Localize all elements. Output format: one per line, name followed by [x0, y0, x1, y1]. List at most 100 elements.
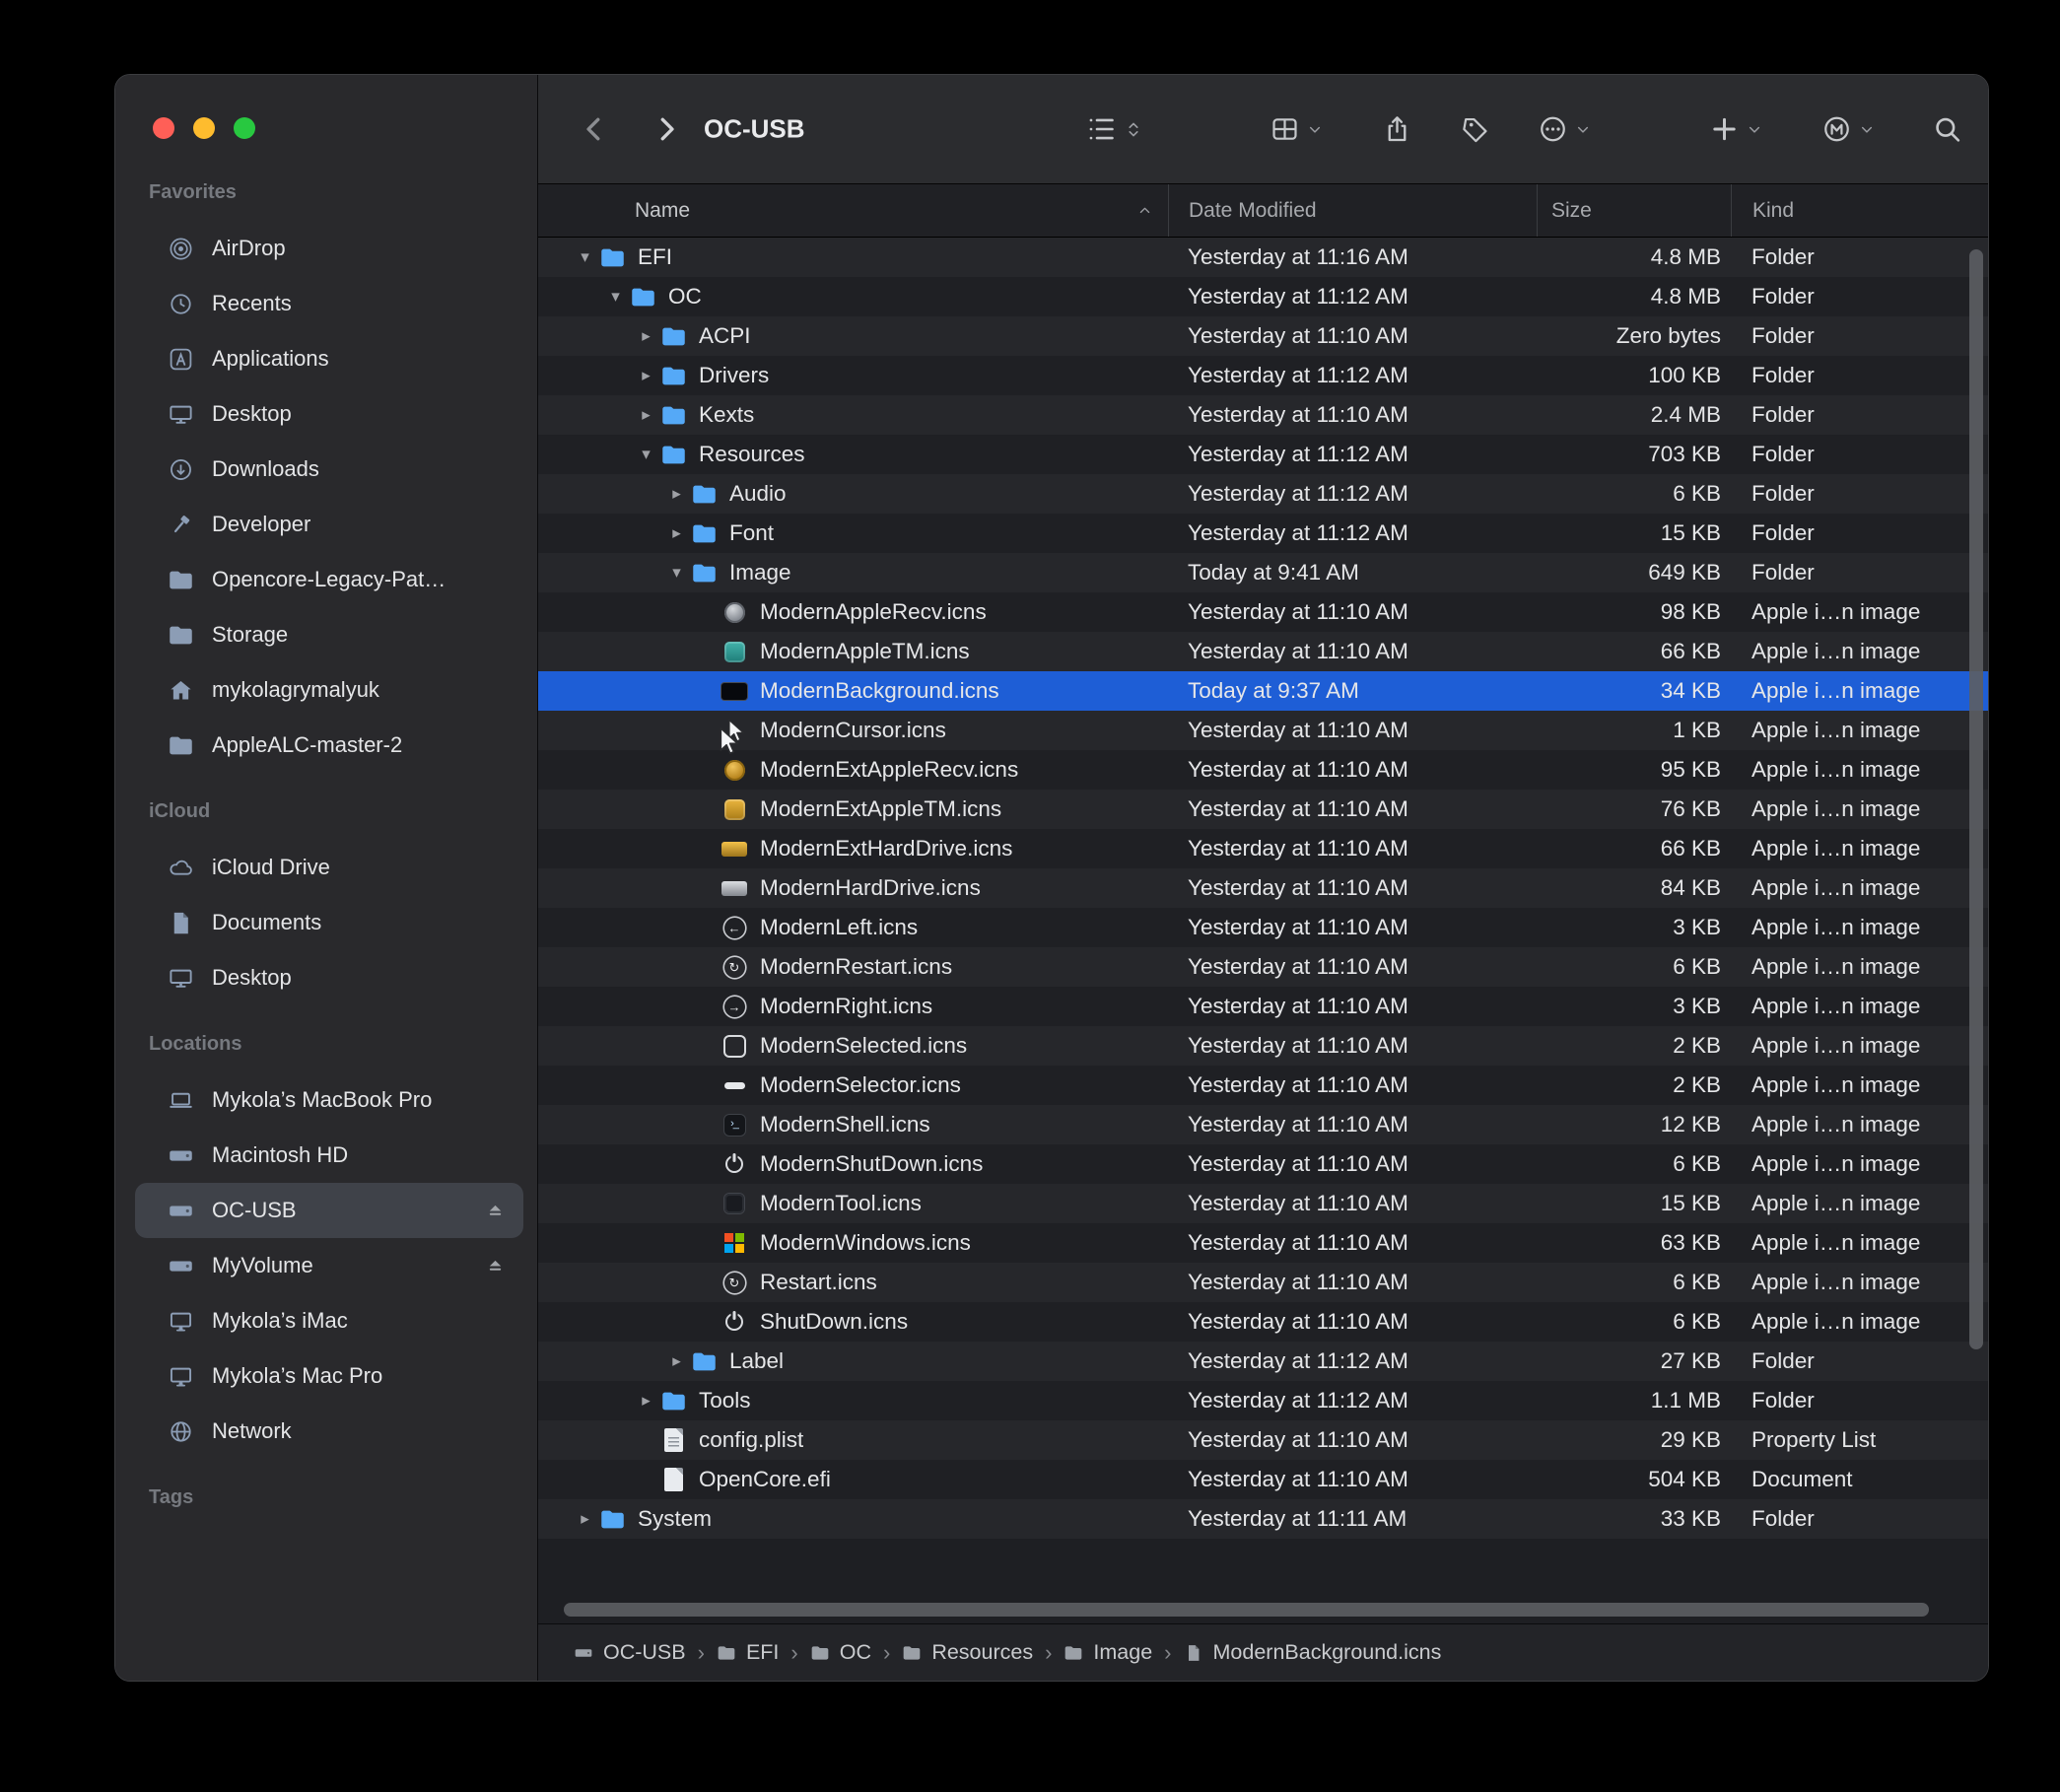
file-row-modernright-icns[interactable]: ModernRight.icns Yesterday at 11:10 AM 3…: [538, 987, 1988, 1026]
file-row-modernrestart-icns[interactable]: ModernRestart.icns Yesterday at 11:10 AM…: [538, 947, 1988, 987]
file-row-modernappletm-icns[interactable]: ModernAppleTM.icns Yesterday at 11:10 AM…: [538, 632, 1988, 671]
share-button[interactable]: [1382, 114, 1412, 145]
view-options-button[interactable]: [1086, 114, 1143, 145]
file-row-modernwindows-icns[interactable]: ModernWindows.icns Yesterday at 11:10 AM…: [538, 1223, 1988, 1263]
back-button[interactable]: [580, 114, 610, 145]
name-cell: ▸ Audio: [538, 474, 1168, 514]
column-header-date-modified[interactable]: Date Modified: [1168, 184, 1537, 237]
sidebar-item-desktop[interactable]: Desktop: [135, 950, 523, 1005]
disclosure-open-icon[interactable]: ▾: [633, 445, 659, 464]
sidebar-item-recents[interactable]: Recents: [135, 276, 523, 331]
account-button[interactable]: [1821, 114, 1875, 145]
file-row-modernextharddrive-icns[interactable]: ModernExtHardDrive.icns Yesterday at 11:…: [538, 829, 1988, 868]
kind-cell: Apple i…n image: [1731, 1072, 1988, 1098]
vertical-scrollbar[interactable]: [1969, 249, 1983, 1349]
file-row-font[interactable]: ▸ Font Yesterday at 11:12 AM 15 KB Folde…: [538, 514, 1988, 553]
file-row-tools[interactable]: ▸ Tools Yesterday at 11:12 AM 1.1 MB Fol…: [538, 1381, 1988, 1420]
sidebar-item-desktop[interactable]: Desktop: [135, 386, 523, 442]
sidebar-item-developer[interactable]: Developer: [135, 497, 523, 552]
sidebar-item-applications[interactable]: Applications: [135, 331, 523, 386]
file-row-audio[interactable]: ▸ Audio Yesterday at 11:12 AM 6 KB Folde…: [538, 474, 1988, 514]
file-row-drivers[interactable]: ▸ Drivers Yesterday at 11:12 AM 100 KB F…: [538, 356, 1988, 395]
sidebar-item-mykola-s-imac[interactable]: Mykola’s iMac: [135, 1293, 523, 1348]
sidebar-item-applealc-master-2[interactable]: AppleALC-master-2: [135, 718, 523, 773]
sidebar-item-mykola-s-macbook-pro[interactable]: Mykola’s MacBook Pro: [135, 1072, 523, 1128]
disclosure-open-icon[interactable]: ▾: [572, 247, 598, 267]
group-button[interactable]: [1270, 114, 1323, 145]
file-row-modernextapplerecv-icns[interactable]: ModernExtAppleRecv.icns Yesterday at 11:…: [538, 750, 1988, 790]
path-item-efi[interactable]: EFI: [717, 1640, 779, 1665]
column-header-kind[interactable]: Kind: [1731, 184, 1988, 237]
file-row-acpi[interactable]: ▸ ACPI Yesterday at 11:10 AM Zero bytes …: [538, 316, 1988, 356]
file-row-modernshutdown-icns[interactable]: ModernShutDown.icns Yesterday at 11:10 A…: [538, 1144, 1988, 1184]
file-row-shutdown-icns[interactable]: ShutDown.icns Yesterday at 11:10 AM 6 KB…: [538, 1302, 1988, 1342]
sidebar-item-mykolagrymalyuk[interactable]: mykolagrymalyuk: [135, 662, 523, 718]
size-cell: 29 KB: [1537, 1427, 1731, 1453]
file-row-resources[interactable]: ▾ Resources Yesterday at 11:12 AM 703 KB…: [538, 435, 1988, 474]
close-button[interactable]: [153, 117, 174, 139]
file-row-moderntool-icns[interactable]: ModernTool.icns Yesterday at 11:10 AM 15…: [538, 1184, 1988, 1223]
disclosure-closed-icon[interactable]: ▸: [572, 1509, 598, 1529]
file-row-opencore-efi[interactable]: OpenCore.efi Yesterday at 11:10 AM 504 K…: [538, 1460, 1988, 1499]
column-header-size[interactable]: Size: [1537, 184, 1731, 237]
disclosure-closed-icon[interactable]: ▸: [633, 1391, 659, 1411]
file-row-kexts[interactable]: ▸ Kexts Yesterday at 11:10 AM 2.4 MB Fol…: [538, 395, 1988, 435]
sidebar-item-storage[interactable]: Storage: [135, 607, 523, 662]
disclosure-closed-icon[interactable]: ▸: [633, 366, 659, 385]
name-cell: ▾ EFI: [538, 238, 1168, 277]
name-cell: ▾ Image: [538, 553, 1168, 592]
file-row-image[interactable]: ▾ Image Today at 9:41 AM 649 KB Folder: [538, 553, 1988, 592]
minimize-button[interactable]: [193, 117, 215, 139]
tags-button[interactable]: [1461, 114, 1491, 145]
file-row-efi[interactable]: ▾ EFI Yesterday at 11:16 AM 4.8 MB Folde…: [538, 238, 1988, 277]
eject-icon[interactable]: [485, 1256, 506, 1276]
file-row-modernleft-icns[interactable]: ModernLeft.icns Yesterday at 11:10 AM 3 …: [538, 908, 1988, 947]
sidebar-item-icloud-drive[interactable]: iCloud Drive: [135, 840, 523, 895]
disclosure-open-icon[interactable]: ▾: [602, 287, 629, 307]
sidebar-item-mykola-s-mac-pro[interactable]: Mykola’s Mac Pro: [135, 1348, 523, 1404]
disclosure-closed-icon[interactable]: ▸: [663, 484, 690, 504]
disclosure-closed-icon[interactable]: ▸: [633, 326, 659, 346]
sidebar-item-network[interactable]: Network: [135, 1404, 523, 1459]
file-row-oc[interactable]: ▾ OC Yesterday at 11:12 AM 4.8 MB Folder: [538, 277, 1988, 316]
disclosure-open-icon[interactable]: ▾: [663, 563, 690, 583]
window-controls: [153, 117, 255, 139]
file-row-config-plist[interactable]: config.plist Yesterday at 11:10 AM 29 KB…: [538, 1420, 1988, 1460]
size-cell: 66 KB: [1537, 836, 1731, 862]
path-item-resources[interactable]: Resources: [902, 1640, 1033, 1665]
sidebar-item-oc-usb[interactable]: OC-USB: [135, 1183, 523, 1238]
zoom-button[interactable]: [234, 117, 255, 139]
file-row-modernharddrive-icns[interactable]: ModernHardDrive.icns Yesterday at 11:10 …: [538, 868, 1988, 908]
file-row-system[interactable]: ▸ System Yesterday at 11:11 AM 33 KB Fol…: [538, 1499, 1988, 1539]
new-item-button[interactable]: [1709, 114, 1762, 145]
sidebar-item-opencore-legacy-pat[interactable]: Opencore-Legacy-Pat…: [135, 552, 523, 607]
file-row-moderncursor-icns[interactable]: ModernCursor.icns Yesterday at 11:10 AM …: [538, 711, 1988, 750]
more-actions-button[interactable]: [1538, 114, 1591, 145]
forward-button[interactable]: [651, 114, 681, 145]
sidebar-item-downloads[interactable]: Downloads: [135, 442, 523, 497]
column-header-name[interactable]: Name: [538, 184, 1168, 237]
disclosure-closed-icon[interactable]: ▸: [663, 1351, 690, 1371]
path-item-oc-usb[interactable]: OC-USB: [574, 1640, 686, 1665]
file-row-modernshell-icns[interactable]: ModernShell.icns Yesterday at 11:10 AM 1…: [538, 1105, 1988, 1144]
file-row-modernbackground-icns[interactable]: ModernBackground.icns Today at 9:37 AM 3…: [538, 671, 1988, 711]
sidebar-item-airdrop[interactable]: AirDrop: [135, 221, 523, 276]
file-row-restart-icns[interactable]: Restart.icns Yesterday at 11:10 AM 6 KB …: [538, 1263, 1988, 1302]
disclosure-closed-icon[interactable]: ▸: [663, 523, 690, 543]
file-row-modernapplerecv-icns[interactable]: ModernAppleRecv.icns Yesterday at 11:10 …: [538, 592, 1988, 632]
file-row-label[interactable]: ▸ Label Yesterday at 11:12 AM 27 KB Fold…: [538, 1342, 1988, 1381]
sidebar-item-macintosh-hd[interactable]: Macintosh HD: [135, 1128, 523, 1183]
sidebar-item-myvolume[interactable]: MyVolume: [135, 1238, 523, 1293]
disclosure-closed-icon[interactable]: ▸: [633, 405, 659, 425]
eject-icon[interactable]: [485, 1201, 506, 1221]
search-button[interactable]: [1932, 114, 1962, 145]
date-modified-cell: Yesterday at 11:10 AM: [1168, 1112, 1537, 1137]
sidebar-item-documents[interactable]: Documents: [135, 895, 523, 950]
path-item-image[interactable]: Image: [1064, 1640, 1152, 1665]
file-row-modernextappletm-icns[interactable]: ModernExtAppleTM.icns Yesterday at 11:10…: [538, 790, 1988, 829]
file-row-modernselected-icns[interactable]: ModernSelected.icns Yesterday at 11:10 A…: [538, 1026, 1988, 1066]
path-item-modernbackground-icns[interactable]: ModernBackground.icns: [1184, 1640, 1442, 1665]
horizontal-scrollbar[interactable]: [564, 1603, 1929, 1617]
path-item-oc[interactable]: OC: [810, 1640, 871, 1665]
file-row-modernselector-icns[interactable]: ModernSelector.icns Yesterday at 11:10 A…: [538, 1066, 1988, 1105]
